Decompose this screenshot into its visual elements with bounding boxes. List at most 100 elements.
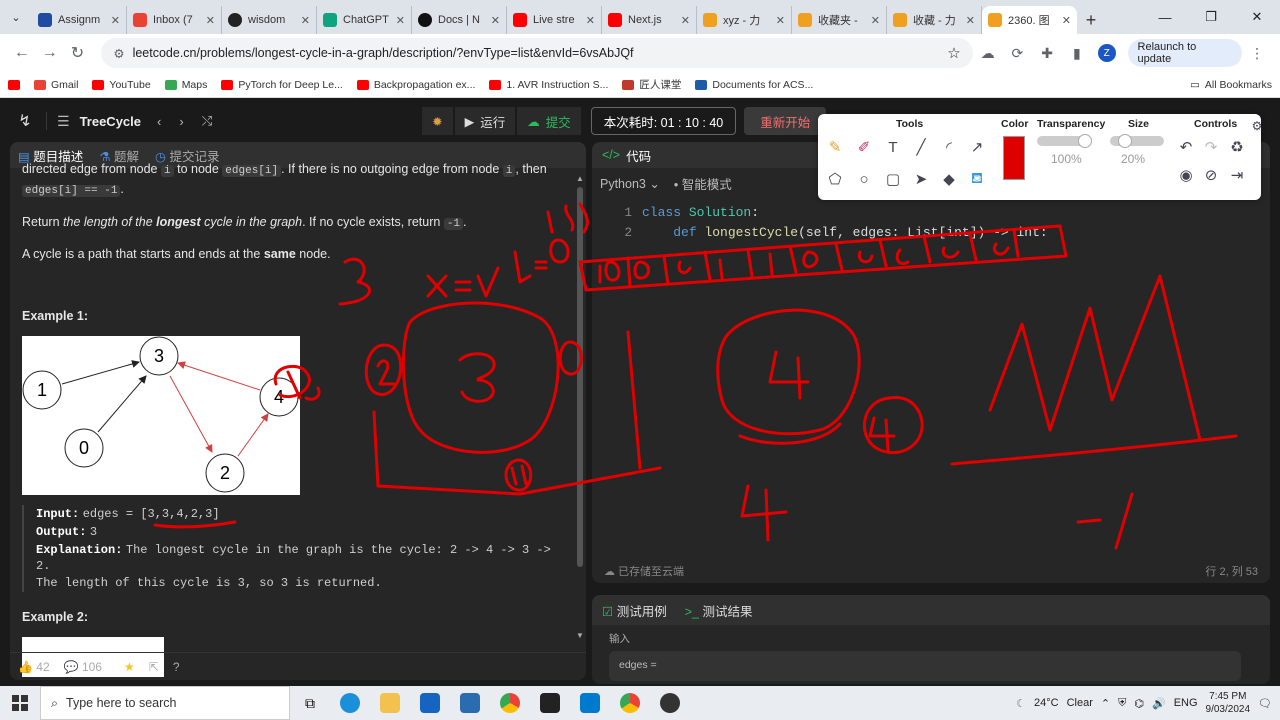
settings-gear-icon[interactable]: ⚙ [1246,115,1268,137]
windows-start-icon[interactable] [0,686,40,720]
new-tab-button[interactable]: + [1077,6,1105,34]
weather-status[interactable]: Clear [1067,697,1093,709]
bookmark-backprop[interactable]: Backpropagation ex... [356,79,475,91]
select-cursor-icon[interactable]: ➤ [910,168,932,190]
close-icon[interactable]: ✕ [586,14,595,27]
omnibox[interactable]: ⚙ leetcode.cn/problems/longest-cycle-in-… [101,38,973,68]
clear-all-icon[interactable]: ♻ [1226,136,1248,158]
favorite-star-icon[interactable]: ★ [124,660,135,674]
tab-test-result[interactable]: >_ 测试结果 [685,601,753,620]
side-panel-icon[interactable]: ▮ [1062,39,1092,67]
obs-icon[interactable] [650,686,690,720]
comments-button[interactable]: 💬 106 [64,660,102,674]
bookmark-avr[interactable]: 1. AVR Instruction S... [489,79,608,91]
tab-gmail[interactable]: Inbox (7 ✕ [127,6,222,34]
terminal-app-icon[interactable] [530,686,570,720]
close-icon[interactable]: ✕ [966,14,975,27]
defender-icon[interactable]: ⛨ [1118,697,1126,710]
forward-button[interactable]: → [36,39,64,67]
weather-icon[interactable]: ☾ [1016,697,1026,710]
highlighter-icon[interactable]: ✐ [853,136,875,158]
hide-eye-icon[interactable]: ⊘ [1200,164,1222,186]
minimize-button[interactable]: — [1142,0,1188,34]
tab-testcases[interactable]: ☑ 测试用例 [602,601,667,620]
curve-tool-icon[interactable]: ◜ [938,136,960,158]
relaunch-button[interactable]: Relaunch to update [1127,39,1243,67]
bookmark-gmail[interactable]: Gmail [34,79,78,91]
like-button[interactable]: 👍 42 [18,660,50,674]
rectangle-tool-icon[interactable]: ▢ [882,168,904,190]
vscode-icon[interactable] [570,686,610,720]
taskbar-search[interactable]: ⌕ Type here to search [40,686,290,720]
close-icon[interactable]: ✕ [871,14,880,27]
close-icon[interactable]: ✕ [111,14,120,27]
tab-assignment[interactable]: Assignm ✕ [32,6,127,34]
mail-icon[interactable] [450,686,490,720]
tray-chevron-icon[interactable]: ⌃ [1101,697,1110,710]
tab-leetcode-favorites[interactable]: 收藏夹 - ✕ [792,6,887,34]
code-line-1[interactable]: class Solution: [642,205,759,220]
task-view-icon[interactable]: ⧉ [290,686,330,720]
language-select[interactable]: Python3 ⌄ [600,176,660,191]
leetcode-logo-icon[interactable]: ↯ [14,110,36,132]
network-icon[interactable]: ⌬ [1134,697,1144,710]
shuffle-icon[interactable]: ⤭ [202,113,212,129]
transparency-knob[interactable] [1078,134,1092,148]
tab-search-button[interactable]: ⌄ [0,0,32,34]
smart-mode-toggle[interactable]: • 智能模式 [674,174,732,193]
extension-icon[interactable]: ☁ [973,39,1003,67]
close-icon[interactable]: ✕ [681,14,690,27]
file-explorer-icon[interactable] [370,686,410,720]
volume-icon[interactable]: 🔊 [1152,697,1166,710]
scroll-up-icon[interactable]: ▲ [576,174,584,183]
close-icon[interactable]: ✕ [1062,14,1071,27]
problem-list-name[interactable]: TreeCycle [80,114,141,129]
tab-livestream[interactable]: Live stre ✕ [507,6,602,34]
text-tool-icon[interactable]: T [882,136,904,158]
notification-icon[interactable]: 🗨 [1258,697,1272,710]
close-icon[interactable]: ✕ [491,14,500,27]
size-knob[interactable] [1118,134,1132,148]
close-icon[interactable]: ✕ [776,14,785,27]
fill-bucket-icon[interactable]: ⛾ [966,168,988,190]
run-button[interactable]: ▶ 运行 [454,107,516,135]
translate-icon[interactable]: ⟳ [1002,39,1032,67]
debug-button[interactable]: ✹ [422,107,453,135]
reload-button[interactable]: ↻ [64,39,92,67]
bookmark-youtube[interactable]: YouTube [92,79,151,91]
site-info-icon[interactable]: ⚙ [113,46,124,61]
bookmark-star-icon[interactable]: ☆ [947,44,960,62]
all-bookmarks[interactable]: ▭ All Bookmarks [1190,79,1272,91]
help-icon[interactable]: ? [173,660,180,674]
scroll-down-icon[interactable]: ▼ [576,631,584,640]
circle-tool-icon[interactable]: ○ [853,168,875,190]
maximize-button[interactable]: ❐ [1188,0,1234,34]
bookmark-pytorch[interactable]: PyTorch for Deep Le... [221,79,343,91]
tab-docs[interactable]: Docs | N ✕ [412,6,507,34]
close-icon[interactable]: ✕ [301,14,310,27]
exit-icon[interactable]: ⇥ [1226,164,1248,186]
problem-list-icon[interactable]: ☰ [57,113,70,130]
prev-problem-icon[interactable]: ‹ [157,114,161,129]
profile-avatar[interactable]: Z [1092,39,1122,67]
restart-button[interactable]: 重新开始 [744,107,827,135]
camera-icon[interactable]: ◉ [1175,164,1197,186]
eraser-icon[interactable]: ◆ [938,168,960,190]
url-text[interactable]: leetcode.cn/problems/longest-cycle-in-a-… [133,46,940,60]
back-button[interactable]: ← [8,39,36,67]
menu-icon[interactable]: ⋮ [1242,39,1272,67]
outlook-icon[interactable] [410,686,450,720]
bookmark-jiangren[interactable]: 匠人课堂 [622,77,681,92]
bookmark-maps[interactable]: Maps [164,79,207,91]
submit-button[interactable]: ☁ 提交 [517,107,581,135]
extensions-puzzle-icon[interactable]: ✚ [1032,39,1062,67]
next-problem-icon[interactable]: › [179,114,183,129]
temperature[interactable]: 24°C [1034,697,1059,709]
share-icon[interactable]: ⇱ [149,660,159,674]
chrome-profile-icon[interactable] [610,686,650,720]
pentagon-tool-icon[interactable]: ⬠ [824,168,846,190]
input-language[interactable]: ENG [1174,697,1198,709]
close-icon[interactable]: ✕ [206,14,215,27]
edges-input[interactable]: edges = [609,651,1241,681]
color-swatch[interactable] [1003,136,1025,180]
